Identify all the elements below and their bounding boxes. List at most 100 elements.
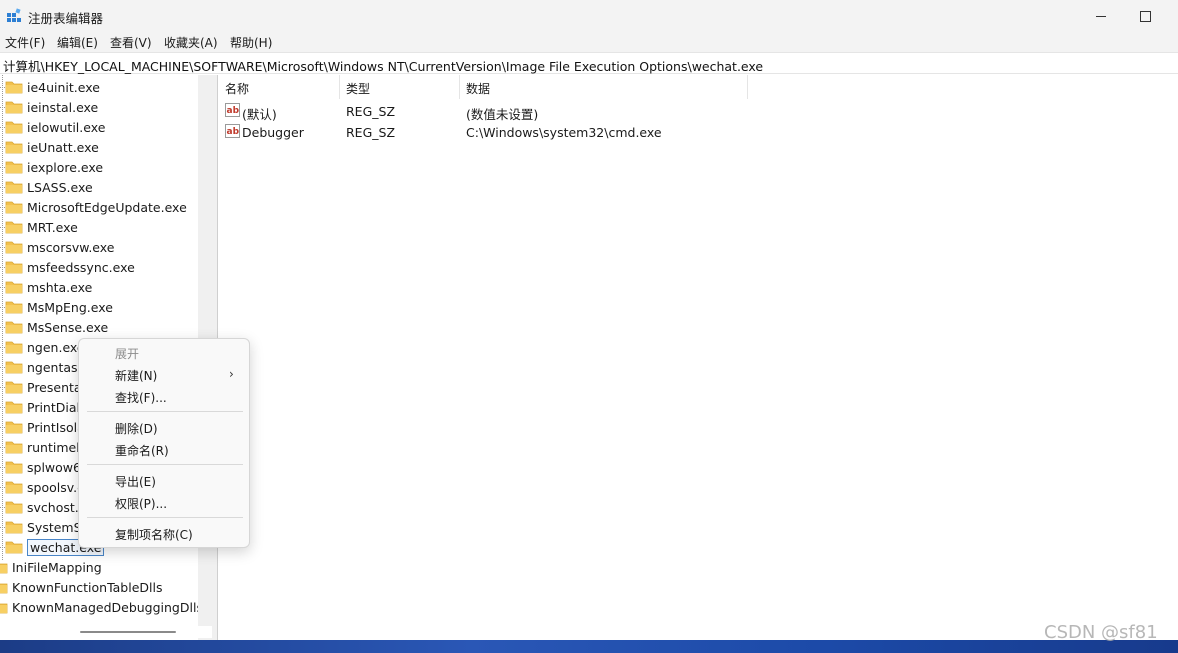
menu-edit[interactable]: 编辑(E) — [57, 34, 98, 51]
folder-icon — [5, 320, 23, 334]
menu-item-permissions[interactable]: 权限(P)... — [115, 495, 167, 512]
address-bar[interactable]: 计算机\HKEY_LOCAL_MACHINE\SOFTWARE\Microsof… — [0, 52, 1178, 74]
tree-item[interactable]: MRT.exe — [0, 217, 78, 237]
value-type: REG_SZ — [346, 104, 396, 119]
folder-icon — [0, 560, 8, 574]
tree-item[interactable]: ngen.exe — [0, 337, 85, 357]
folder-icon — [5, 200, 23, 214]
tree-item-label: KnownFunctionTableDlls — [12, 579, 163, 595]
tree-item[interactable]: MsSense.exe — [0, 317, 109, 337]
tree-item-label: mshta.exe — [27, 279, 93, 295]
folder-icon — [5, 140, 23, 154]
folder-icon — [5, 100, 23, 114]
taskbar-strip — [0, 640, 1178, 653]
tree-item-label: IniFileMapping — [12, 559, 102, 575]
menu-item-new[interactable]: 新建(N) — [115, 367, 157, 384]
tree-item[interactable]: KnownFunctionTableDlls — [0, 577, 163, 597]
column-header-data[interactable]: 数据 — [460, 75, 748, 99]
tree-item-label: ngen.exe — [27, 339, 85, 355]
tree-item-label: iexplore.exe — [27, 159, 104, 175]
folder-icon — [5, 360, 23, 374]
value-row-debugger[interactable]: ab Debugger REG_SZ C:\Windows\system32\c… — [219, 122, 919, 143]
tree-item-label: msfeedssync.exe — [27, 259, 135, 275]
maximize-button[interactable] — [1122, 0, 1168, 32]
window-title: 注册表编辑器 — [28, 11, 104, 26]
folder-icon — [5, 80, 23, 94]
folder-icon — [5, 120, 23, 134]
registry-editor-window: 注册表编辑器 文件(F) 编辑(E) 查看(V) 收藏夹(A) 帮助(H) 计算… — [0, 0, 1178, 640]
folder-icon — [5, 520, 23, 534]
tree-item[interactable]: ielowutil.exe — [0, 117, 106, 137]
value-data: (数值未设置) — [466, 107, 539, 122]
folder-icon — [5, 260, 23, 274]
tree-item[interactable]: KnownManagedDebuggingDlls — [0, 597, 203, 617]
value-name: (默认) — [242, 107, 277, 122]
tree-item[interactable]: IniFileMapping — [0, 557, 102, 577]
value-data: C:\Windows\system32\cmd.exe — [466, 125, 662, 140]
watermark: CSDN @sf81 — [1044, 622, 1158, 643]
folder-icon — [5, 180, 23, 194]
menu-item-rename[interactable]: 重命名(R) — [115, 442, 169, 459]
folder-icon — [5, 300, 23, 314]
submenu-chevron-right-icon: › — [229, 367, 234, 381]
tree-item[interactable]: LSASS.exe — [0, 177, 93, 197]
tree-item-label: ielowutil.exe — [27, 119, 106, 135]
svg-text:ab: ab — [227, 127, 240, 137]
tree-item[interactable]: mscorsvw.exe — [0, 237, 115, 257]
tree-item[interactable]: msfeedssync.exe — [0, 257, 135, 277]
menu-file[interactable]: 文件(F) — [5, 34, 45, 51]
folder-icon — [0, 580, 8, 594]
folder-icon — [5, 400, 23, 414]
value-list[interactable]: 名称 类型 数据 ab (默认) REG_SZ (数值未设置) ab Debug… — [219, 75, 1178, 640]
tree-item[interactable]: mshta.exe — [0, 277, 93, 297]
value-name: Debugger — [242, 125, 304, 140]
folder-icon — [5, 480, 23, 494]
tree-horizontal-scrollbar[interactable] — [0, 626, 212, 638]
tree-item-label: ieUnatt.exe — [27, 139, 99, 155]
folder-icon — [5, 540, 23, 554]
folder-icon — [5, 160, 23, 174]
folder-icon — [5, 380, 23, 394]
menu-item-find[interactable]: 查找(F)... — [115, 389, 167, 406]
folder-icon — [0, 600, 8, 614]
folder-icon — [5, 440, 23, 454]
tree-item-label: ieinstal.exe — [27, 99, 99, 115]
tree-item[interactable]: ieinstal.exe — [0, 97, 99, 117]
column-header-type[interactable]: 类型 — [340, 75, 460, 99]
folder-icon — [5, 240, 23, 254]
folder-icon — [5, 220, 23, 234]
tree-item[interactable]: MicrosoftEdgeUpdate.exe — [0, 197, 187, 217]
menu-separator — [87, 411, 243, 412]
menu-separator — [87, 517, 243, 518]
menu-item-copy-key-name[interactable]: 复制项名称(C) — [115, 526, 193, 543]
column-header-name[interactable]: 名称 — [219, 75, 340, 99]
tree-item[interactable]: ieUnatt.exe — [0, 137, 99, 157]
menu-separator — [87, 464, 243, 465]
string-value-icon: ab — [225, 124, 240, 138]
tree-item[interactable]: MsMpEng.exe — [0, 297, 113, 317]
tree-item-label: mscorsvw.exe — [27, 239, 115, 255]
tree-item[interactable]: ie4uinit.exe — [0, 77, 100, 97]
string-value-icon: ab — [225, 103, 240, 117]
tree-item[interactable]: iexplore.exe — [0, 157, 104, 177]
value-type: REG_SZ — [346, 125, 396, 140]
folder-icon — [5, 500, 23, 514]
menu-item-expand[interactable]: 展开 — [115, 345, 139, 362]
menu-help[interactable]: 帮助(H) — [230, 34, 272, 51]
menu-view[interactable]: 查看(V) — [110, 34, 152, 51]
value-row-default[interactable]: ab (默认) REG_SZ (数值未设置) — [219, 101, 919, 122]
address-path[interactable]: 计算机\HKEY_LOCAL_MACHINE\SOFTWARE\Microsof… — [3, 56, 763, 75]
minimize-button[interactable] — [1078, 0, 1124, 32]
menu-bar: 文件(F) 编辑(E) 查看(V) 收藏夹(A) 帮助(H) — [0, 32, 1178, 52]
tree-item-label: MRT.exe — [27, 219, 78, 235]
folder-icon — [5, 420, 23, 434]
menu-favorites[interactable]: 收藏夹(A) — [164, 34, 218, 51]
svg-text:ab: ab — [227, 106, 240, 116]
context-menu: 展开 新建(N) › 查找(F)... 删除(D) 重命名(R) 导出(E) 权… — [78, 338, 250, 548]
menu-item-delete[interactable]: 删除(D) — [115, 420, 158, 437]
tree-scroll-thumb[interactable] — [80, 631, 176, 633]
tree-item-label: MsMpEng.exe — [27, 299, 113, 315]
menu-item-export[interactable]: 导出(E) — [115, 473, 156, 490]
tree-item-label: MsSense.exe — [27, 319, 109, 335]
tree-item-label: ie4uinit.exe — [27, 79, 100, 95]
